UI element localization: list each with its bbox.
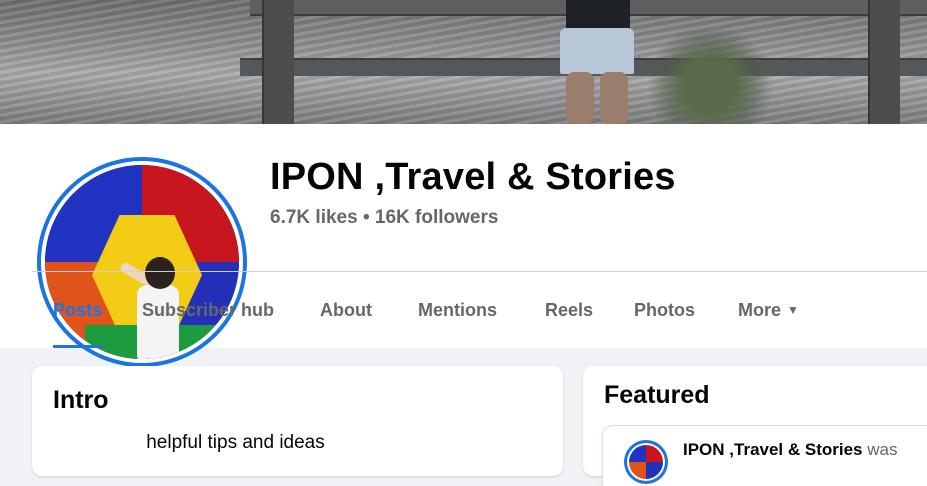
caret-down-icon: ▼	[787, 303, 799, 317]
cover-fence-post	[868, 0, 900, 124]
tab-reels[interactable]: Reels	[545, 272, 593, 348]
cover-person-leg	[566, 72, 594, 124]
intro-bio-text: helpful tips and ideas	[146, 432, 325, 453]
post-author-name[interactable]: IPON ,Travel & Stories	[683, 440, 863, 459]
intro-bio: helpful tips and ideas	[32, 432, 563, 454]
post-author-avatar[interactable]	[624, 440, 668, 484]
tab-label: About	[320, 300, 372, 320]
tab-label: More	[738, 300, 782, 320]
profile-tabs: Posts Subscriber hub About Mentions Reel…	[32, 272, 927, 348]
page-title: IPON ,Travel & Stories	[270, 156, 676, 198]
profile-header: IPON ,Travel & Stories 6.7K likes • 16K …	[0, 124, 927, 367]
tab-subscriber-hub[interactable]: Subscriber hub	[142, 272, 274, 348]
tab-label: Posts	[53, 300, 103, 320]
tab-label: Mentions	[418, 300, 497, 320]
tab-mentions[interactable]: Mentions	[418, 272, 497, 348]
post-author-suffix: was	[867, 440, 898, 459]
page-stats[interactable]: 6.7K likes • 16K followers	[270, 207, 498, 229]
post-author-line: IPON ,Travel & Stories was	[683, 440, 897, 460]
tab-photos[interactable]: Photos	[634, 272, 695, 348]
cover-fence-post	[262, 0, 294, 124]
featured-title: Featured	[604, 381, 710, 409]
tab-about[interactable]: About	[320, 272, 372, 348]
post-author-avatar-image	[629, 445, 663, 479]
cover-person-shorts	[560, 28, 634, 74]
tab-label: Reels	[545, 300, 594, 320]
tab-posts[interactable]: Posts	[53, 272, 103, 348]
tab-label: Photos	[634, 300, 695, 320]
intro-card: Intro helpful tips and ideas	[32, 366, 563, 476]
featured-card: Featured IPON ,Travel & Stories was	[583, 366, 927, 486]
cover-photo[interactable]	[0, 0, 927, 124]
featured-post[interactable]: IPON ,Travel & Stories was	[603, 426, 927, 486]
intro-title: Intro	[53, 386, 109, 414]
cover-bush	[640, 30, 780, 124]
cover-person-leg	[600, 72, 628, 124]
tab-more[interactable]: More ▼	[738, 272, 799, 348]
tab-label: Subscriber hub	[142, 300, 275, 320]
